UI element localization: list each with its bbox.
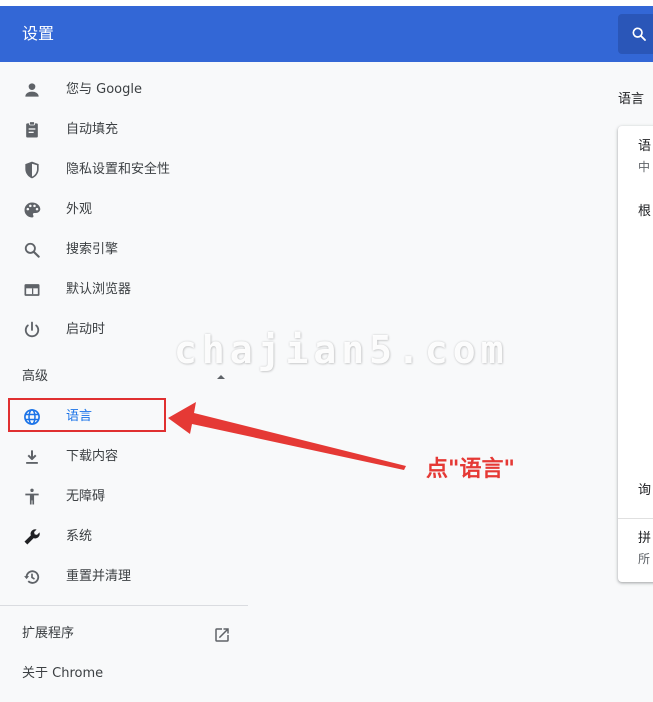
annotation-arrow [168,402,406,470]
annotation-text: 点"语言" [426,457,515,482]
